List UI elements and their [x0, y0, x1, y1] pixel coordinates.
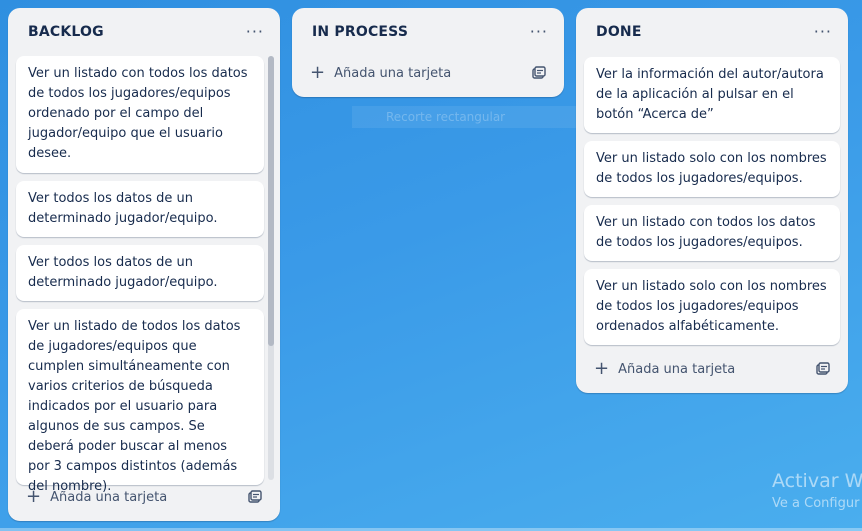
plus-icon: +	[26, 486, 42, 507]
add-card-label: Añada una tarjeta	[334, 65, 452, 81]
watermark-subtitle: Ve a Configur	[772, 496, 860, 511]
card-template-icon[interactable]	[248, 490, 262, 504]
add-card-button[interactable]: + Añada una tarjeta	[584, 353, 840, 385]
card[interactable]: Ver un listado de todos los datos de jug…	[16, 309, 264, 494]
list-menu-icon[interactable]: ···	[810, 20, 836, 44]
card[interactable]: Ver un listado con todos los datos de to…	[16, 56, 264, 173]
list-in-process: IN PROCESS ··· + Añada una tarjeta	[292, 8, 564, 97]
list-header: DONE ···	[576, 8, 848, 56]
add-card-button[interactable]: + Añada una tarjeta	[16, 481, 272, 513]
list-done: DONE ··· Ver la información del autor/au…	[576, 8, 848, 393]
watermark-title: Activar Wi	[772, 470, 862, 492]
list-scrollbar[interactable]	[268, 56, 274, 480]
drag-ghost-label: Recorte rectangular	[352, 106, 577, 128]
card-template-icon[interactable]	[532, 66, 546, 80]
card-list: Ver un listado con todos los datos de to…	[16, 56, 264, 494]
card-template-icon[interactable]	[816, 362, 830, 376]
add-card-label: Añada una tarjeta	[618, 361, 736, 377]
list-menu-icon[interactable]: ···	[242, 20, 268, 44]
list-title[interactable]: IN PROCESS	[312, 24, 408, 40]
add-card-button[interactable]: + Añada una tarjeta	[300, 57, 556, 89]
list-menu-icon[interactable]: ···	[526, 20, 552, 44]
board: BACKLOG ··· Ver un listado con todos los…	[0, 0, 862, 531]
card[interactable]: Ver todos los datos de un determinado ju…	[16, 181, 264, 237]
list-title[interactable]: BACKLOG	[28, 24, 104, 40]
plus-icon: +	[310, 62, 326, 83]
plus-icon: +	[594, 358, 610, 379]
card[interactable]: Ver un listado con todos los datos de to…	[584, 205, 840, 261]
card-list: Ver la información del autor/autora de l…	[584, 57, 840, 345]
list-header: BACKLOG ···	[8, 8, 280, 56]
list-backlog: BACKLOG ··· Ver un listado con todos los…	[8, 8, 280, 521]
list-title[interactable]: DONE	[596, 24, 642, 40]
windows-activation-watermark: Activar Wi Ve a Configur	[772, 470, 862, 511]
card[interactable]: Ver un listado solo con los nombres de t…	[584, 141, 840, 197]
list-header: IN PROCESS ···	[292, 8, 564, 56]
card[interactable]: Ver la información del autor/autora de l…	[584, 57, 840, 133]
scrollbar-thumb[interactable]	[268, 56, 274, 346]
card[interactable]: Ver un listado solo con los nombres de t…	[584, 269, 840, 345]
add-card-label: Añada una tarjeta	[50, 489, 168, 505]
card[interactable]: Ver todos los datos de un determinado ju…	[16, 245, 264, 301]
